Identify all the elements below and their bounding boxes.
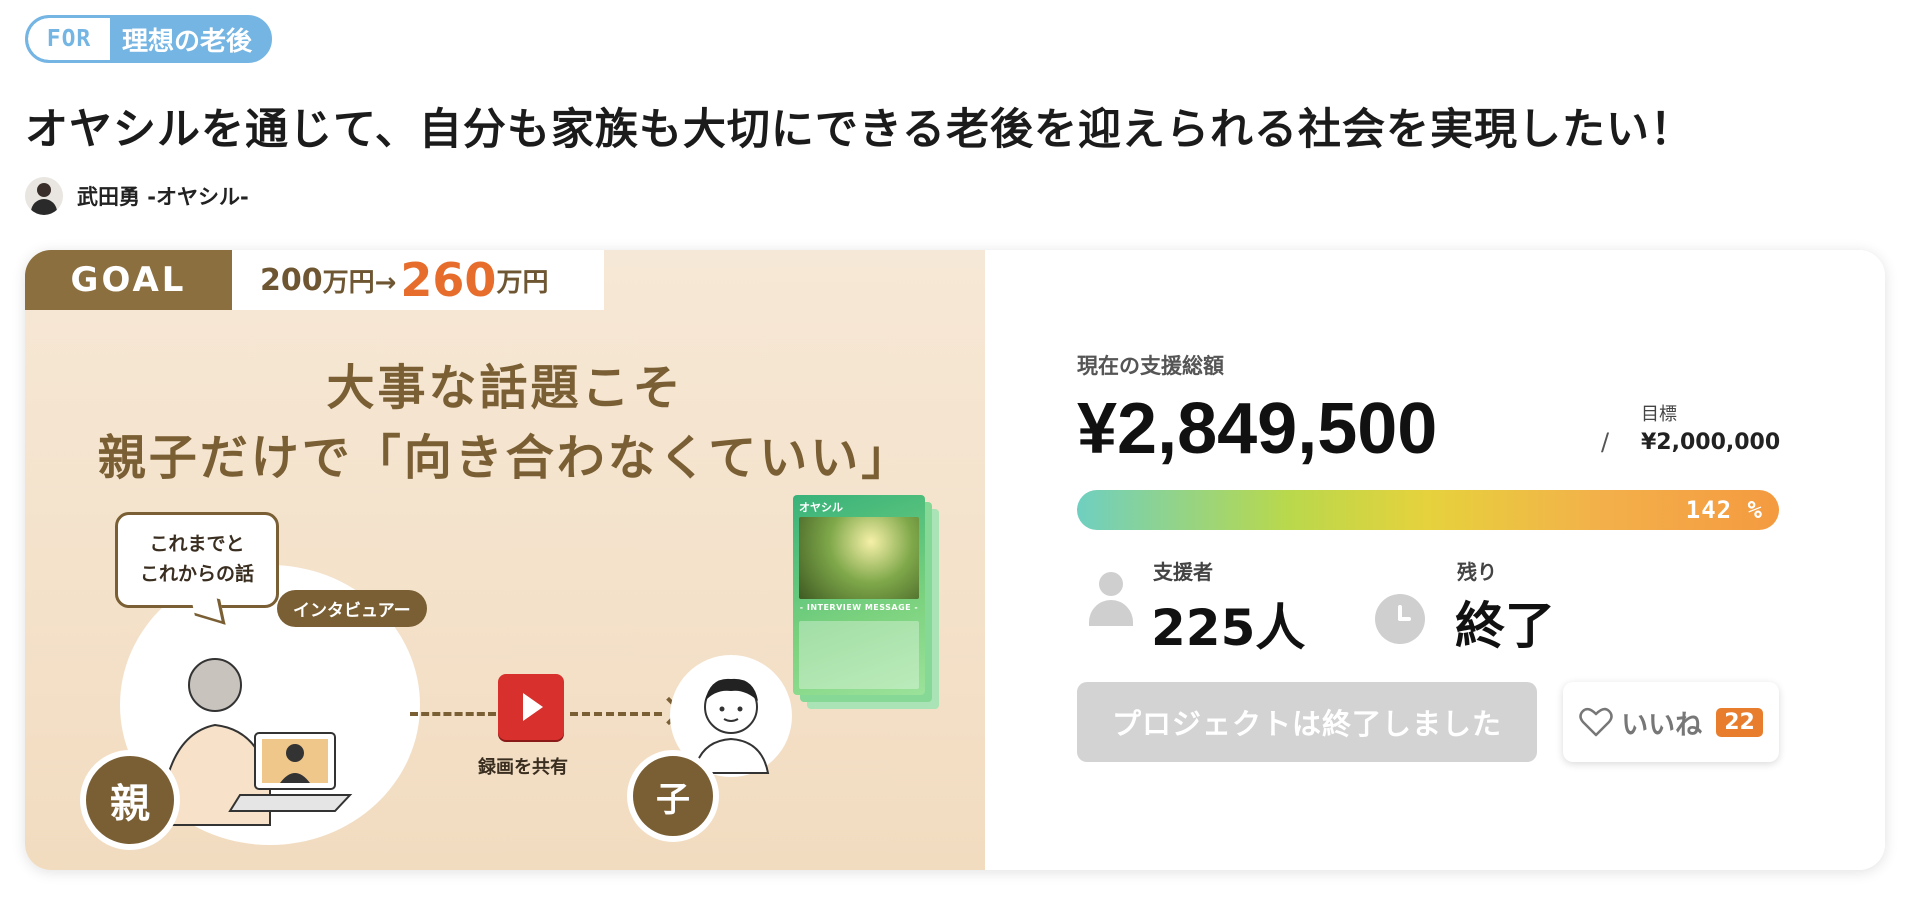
goal-amount: 200 万円→ 260 万円: [232, 250, 604, 310]
avatar[interactable]: [25, 177, 63, 215]
booklet-photo: [799, 517, 919, 599]
like-button[interactable]: いいね 22: [1563, 682, 1779, 762]
child-badge: 子: [627, 750, 719, 842]
hero-headline-2: 親子だけで「向き合わなくていい」: [97, 430, 913, 486]
goal-label: GOAL: [25, 250, 232, 310]
like-count: 22: [1716, 707, 1763, 737]
goal-to: 260: [400, 253, 497, 307]
interviewer-label: インタビュアー: [277, 590, 427, 627]
goal-from-unit: 万円→: [322, 267, 397, 298]
goal-from: 200: [260, 262, 323, 298]
clock-icon: [1375, 594, 1425, 644]
bubble-line-1: これまでと: [149, 533, 245, 555]
backers-label: 支援者: [1153, 560, 1213, 584]
raised-label: 現在の支援総額: [1077, 354, 1224, 378]
share-label: 録画を共有: [478, 757, 568, 778]
page-title: オヤシルを通じて、自分も家族も大切にできる老後を迎えられる社会を実現したい！: [25, 105, 1694, 155]
project-ended-button[interactable]: プロジェクトは終了しました: [1077, 682, 1537, 762]
like-label: いいね: [1621, 709, 1703, 741]
heart-icon: [1579, 707, 1613, 737]
speech-bubble: これまでと これからの話: [115, 512, 279, 608]
booklet-illustration: オヤシル - INTERVIEW MESSAGE -: [793, 495, 939, 709]
bubble-line-2: これからの話: [139, 563, 254, 585]
raised-amount: ¥2,849,500: [1077, 389, 1438, 469]
goal-banner: GOAL 200 万円→ 260 万円: [25, 250, 604, 310]
tag-label: 理想の老後: [122, 26, 253, 57]
booklet-caption: - INTERVIEW MESSAGE -: [799, 603, 919, 612]
progress-percent: 142 %: [1685, 496, 1763, 524]
target-label: 目標: [1641, 404, 1677, 425]
project-owner[interactable]: 武田勇 -オヤシル-: [25, 177, 249, 215]
flow-line-left: [410, 712, 496, 716]
flow-line-right: [570, 712, 662, 716]
remaining-value: 終了: [1455, 597, 1555, 655]
remaining-label: 残り: [1457, 560, 1497, 584]
target-amount: ¥2,000,000: [1641, 430, 1781, 455]
hero-image: GOAL 200 万円→ 260 万円 大事な話題こそ 親子だけで「向き合わなく…: [25, 250, 985, 870]
project-card: GOAL 200 万円→ 260 万円 大事な話題こそ 親子だけで「向き合わなく…: [25, 250, 1885, 870]
person-icon: [1085, 572, 1137, 626]
play-icon: [498, 674, 564, 740]
tag-prefix: FOR: [28, 18, 110, 60]
amount-separator: /: [1601, 428, 1610, 456]
booklet-brand: オヤシル: [799, 501, 843, 514]
owner-name[interactable]: 武田勇 -オヤシル-: [77, 181, 249, 211]
backers-value: 225人: [1151, 599, 1306, 657]
progress-bar: 142 %: [1077, 490, 1779, 530]
booklet-people: [799, 621, 919, 689]
category-tag[interactable]: FOR 理想の老後: [25, 15, 272, 63]
funding-panel: 現在の支援総額 ¥2,849,500 / 目標 ¥2,000,000 142 %…: [985, 250, 1885, 870]
hero-headline-1: 大事な話題こそ: [326, 360, 684, 416]
goal-to-unit: 万円: [496, 267, 549, 298]
progress-fill: [1077, 490, 1779, 530]
parent-badge: 親: [80, 750, 180, 850]
